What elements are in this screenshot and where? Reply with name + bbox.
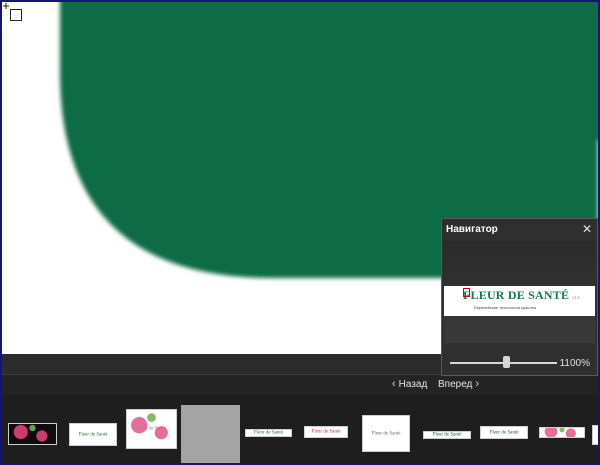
back-label: Назад <box>398 378 428 390</box>
forward-button[interactable]: Вперед › <box>438 376 479 392</box>
thumb-5[interactable]: Fleur de Santé <box>245 429 292 437</box>
app-window: ‹ Назад Вперед › Fleur de Santé Fleur de … <box>0 0 600 465</box>
thumb-7[interactable]: Fleur de Santé <box>362 415 410 452</box>
navigator-panel: Навигатор ✕ FLEUR DE SANTÉ LLC Европейск… <box>441 218 598 376</box>
filmstrip: Fleur de Santé Fleur de Santé Fleur de San… <box>2 395 598 463</box>
forward-label: Вперед <box>438 378 473 390</box>
view-rectangle[interactable] <box>463 288 470 297</box>
thumb-3[interactable]: Fleur de Santé <box>126 409 177 449</box>
thumb-caption: Fleur de Santé <box>432 432 462 438</box>
chevron-left-icon: ‹ <box>392 378 396 390</box>
thumb-11[interactable] <box>592 425 598 445</box>
zoom-slider-handle[interactable] <box>502 356 510 368</box>
crosshair-cursor-icon <box>3 3 22 21</box>
thumb-4[interactable] <box>181 405 240 463</box>
thumb-2[interactable]: Fleur de Santé <box>69 423 117 446</box>
thumb-caption: Fleur de Santé <box>137 426 166 432</box>
thumb-10[interactable] <box>539 427 585 438</box>
thumb-6[interactable]: Fleur de Santé <box>304 426 348 438</box>
thumb-caption: Fleur de Santé <box>371 431 401 436</box>
preview-subtitle: Европейские технологии красоты <box>474 305 537 310</box>
thumb-9[interactable]: Fleur de Santé <box>480 426 528 439</box>
preview-image: FLEUR DE SANTÉ LLC Европейские технологи… <box>444 286 595 316</box>
thumb-8[interactable]: Fleur de Santé <box>423 431 471 439</box>
close-icon[interactable]: ✕ <box>582 222 592 236</box>
thumb-floral-art <box>540 428 584 437</box>
preview-logo: FLEUR DE SANTÉ LLC <box>463 288 581 302</box>
chevron-right-icon: › <box>475 378 480 390</box>
navigator-title: Навигатор <box>446 224 498 235</box>
thumb-1[interactable] <box>8 423 57 445</box>
thumb-caption: Fleur de Santé <box>78 432 108 437</box>
thumb-caption: Fleur de Santé <box>254 430 283 436</box>
nav-strip <box>2 374 598 395</box>
thumb-floral-art <box>9 424 56 444</box>
zoom-value: 1100% <box>559 358 590 369</box>
thumb-caption: Fleur de Santé <box>311 429 341 435</box>
thumb-caption: Fleur de Santé <box>489 430 519 435</box>
back-button[interactable]: ‹ Назад <box>392 376 427 392</box>
navigator-preview[interactable]: FLEUR DE SANTÉ LLC Европейские технологи… <box>444 241 595 343</box>
